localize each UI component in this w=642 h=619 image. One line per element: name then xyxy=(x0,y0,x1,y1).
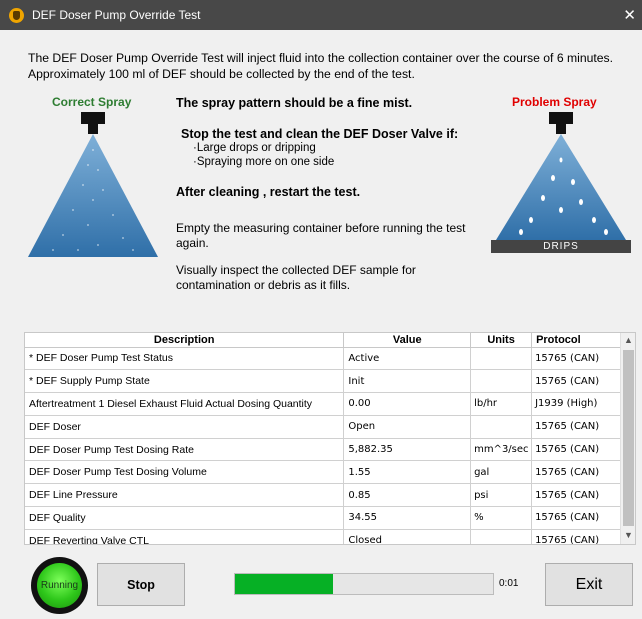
cell-protocol: 15765 (CAN) xyxy=(531,506,621,530)
empty-container-line2: again. xyxy=(176,236,209,250)
cell-protocol: 15765 (CAN) xyxy=(531,460,621,485)
scroll-down-icon[interactable]: ▼ xyxy=(621,530,635,542)
cell-units: mm^3/sec xyxy=(470,438,533,462)
cell-value: 5,882.35 xyxy=(343,438,472,462)
header-value[interactable]: Value xyxy=(343,333,472,348)
cell-value: 0.00 xyxy=(343,392,472,416)
running-indicator: Running xyxy=(31,557,88,614)
problem-spray-image xyxy=(491,112,631,253)
cell-protocol: 15765 (CAN) xyxy=(531,483,621,508)
correct-spray-image xyxy=(28,112,158,257)
cell-value: Closed xyxy=(343,529,472,544)
cell-protocol: 15765 (CAN) xyxy=(531,415,621,439)
progress-fill xyxy=(235,574,334,594)
exit-button[interactable]: Exit xyxy=(545,563,633,606)
title-bar: DEF Doser Pump Override Test ✕ xyxy=(0,0,642,30)
cell-value: Open xyxy=(343,415,472,439)
inspect-line1: Visually inspect the collected DEF sampl… xyxy=(176,263,416,277)
table-row[interactable]: DEF Doser Open 15765 (CAN) xyxy=(25,415,621,439)
table-row[interactable]: DEF Doser Pump Test Dosing Volume 1.55 g… xyxy=(25,460,621,485)
cell-protocol: J1939 (High) xyxy=(531,392,621,416)
scrollbar-thumb[interactable] xyxy=(623,350,634,526)
cell-description: * DEF Doser Pump Test Status xyxy=(25,347,345,371)
close-icon[interactable]: ✕ xyxy=(623,6,636,24)
cell-description: DEF Line Pressure xyxy=(25,483,345,508)
cell-units xyxy=(470,347,533,371)
cell-units: % xyxy=(470,506,533,530)
cell-units: lb/hr xyxy=(470,392,533,416)
stop-clean-instruction: Stop the test and clean the DEF Doser Va… xyxy=(181,127,459,141)
cell-units: psi xyxy=(470,483,533,508)
cell-value: 34.55 xyxy=(343,506,472,530)
stop-button[interactable]: Stop xyxy=(97,563,185,606)
cell-protocol: 15765 (CAN) xyxy=(531,529,621,544)
cell-units xyxy=(470,415,533,439)
bullet-spraying-side: ·Spraying more on one side xyxy=(193,156,335,168)
table-scrollbar[interactable]: ▲ ▼ xyxy=(620,333,635,544)
table-row[interactable]: DEF Line Pressure 0.85 psi 15765 (CAN) xyxy=(25,483,621,508)
correct-spray-label: Correct Spray xyxy=(52,95,132,109)
table-row[interactable]: * DEF Supply Pump State Init 15765 (CAN) xyxy=(25,369,621,394)
progress-bar xyxy=(234,573,494,595)
cell-value: Active xyxy=(343,347,472,371)
header-units[interactable]: Units xyxy=(470,333,533,348)
cell-description: * DEF Supply Pump State xyxy=(25,369,345,394)
cell-protocol: 15765 (CAN) xyxy=(531,438,621,462)
cell-units xyxy=(470,369,533,394)
cell-value: 1.55 xyxy=(343,460,472,485)
cell-protocol: 15765 (CAN) xyxy=(531,347,621,371)
cell-description: Aftertreatment 1 Diesel Exhaust Fluid Ac… xyxy=(25,392,345,416)
parameters-table[interactable]: Description Value Units Protocol * DEF D… xyxy=(24,332,636,545)
elapsed-time: 0:01 xyxy=(499,578,519,589)
empty-container-line1: Empty the measuring container before run… xyxy=(176,221,466,235)
cell-units xyxy=(470,529,533,544)
cell-description: DEF Reverting Valve CTL xyxy=(25,529,345,544)
cell-value: 0.85 xyxy=(343,483,472,508)
spray-pattern-instruction: The spray pattern should be a fine mist. xyxy=(176,96,413,110)
table-header-row: Description Value Units Protocol xyxy=(25,333,621,348)
cell-description: DEF Doser Pump Test Dosing Volume xyxy=(25,460,345,485)
drips-label: DRIPS xyxy=(543,241,579,252)
table-row[interactable]: DEF Quality 34.55 % 15765 (CAN) xyxy=(25,506,621,530)
scroll-up-icon[interactable]: ▲ xyxy=(621,335,635,347)
cell-description: DEF Doser Pump Test Dosing Rate xyxy=(25,438,345,462)
table-row[interactable]: DEF Reverting Valve CTL Closed 15765 (CA… xyxy=(25,529,621,544)
table-row[interactable]: DEF Doser Pump Test Dosing Rate 5,882.35… xyxy=(25,438,621,462)
problem-spray-label: Problem Spray xyxy=(512,95,597,109)
header-protocol[interactable]: Protocol xyxy=(531,333,621,348)
table-row[interactable]: Aftertreatment 1 Diesel Exhaust Fluid Ac… xyxy=(25,392,621,416)
cell-value: Init xyxy=(343,369,472,394)
inspect-line2: contamination or debris as it fills. xyxy=(176,278,351,292)
cell-description: DEF Doser xyxy=(25,415,345,439)
window-title: DEF Doser Pump Override Test xyxy=(32,8,201,22)
cell-units: gal xyxy=(470,460,533,485)
table-row[interactable]: * DEF Doser Pump Test Status Active 1576… xyxy=(25,347,621,371)
cell-protocol: 15765 (CAN) xyxy=(531,369,621,394)
header-description[interactable]: Description xyxy=(25,333,345,348)
bullet-large-drops: ·Large drops or dripping xyxy=(193,142,316,154)
app-icon xyxy=(9,7,24,23)
running-label: Running xyxy=(37,563,82,608)
cell-description: DEF Quality xyxy=(25,506,345,530)
after-cleaning-instruction: After cleaning , restart the test. xyxy=(176,185,361,199)
intro-text: The DEF Doser Pump Override Test will in… xyxy=(28,51,614,81)
